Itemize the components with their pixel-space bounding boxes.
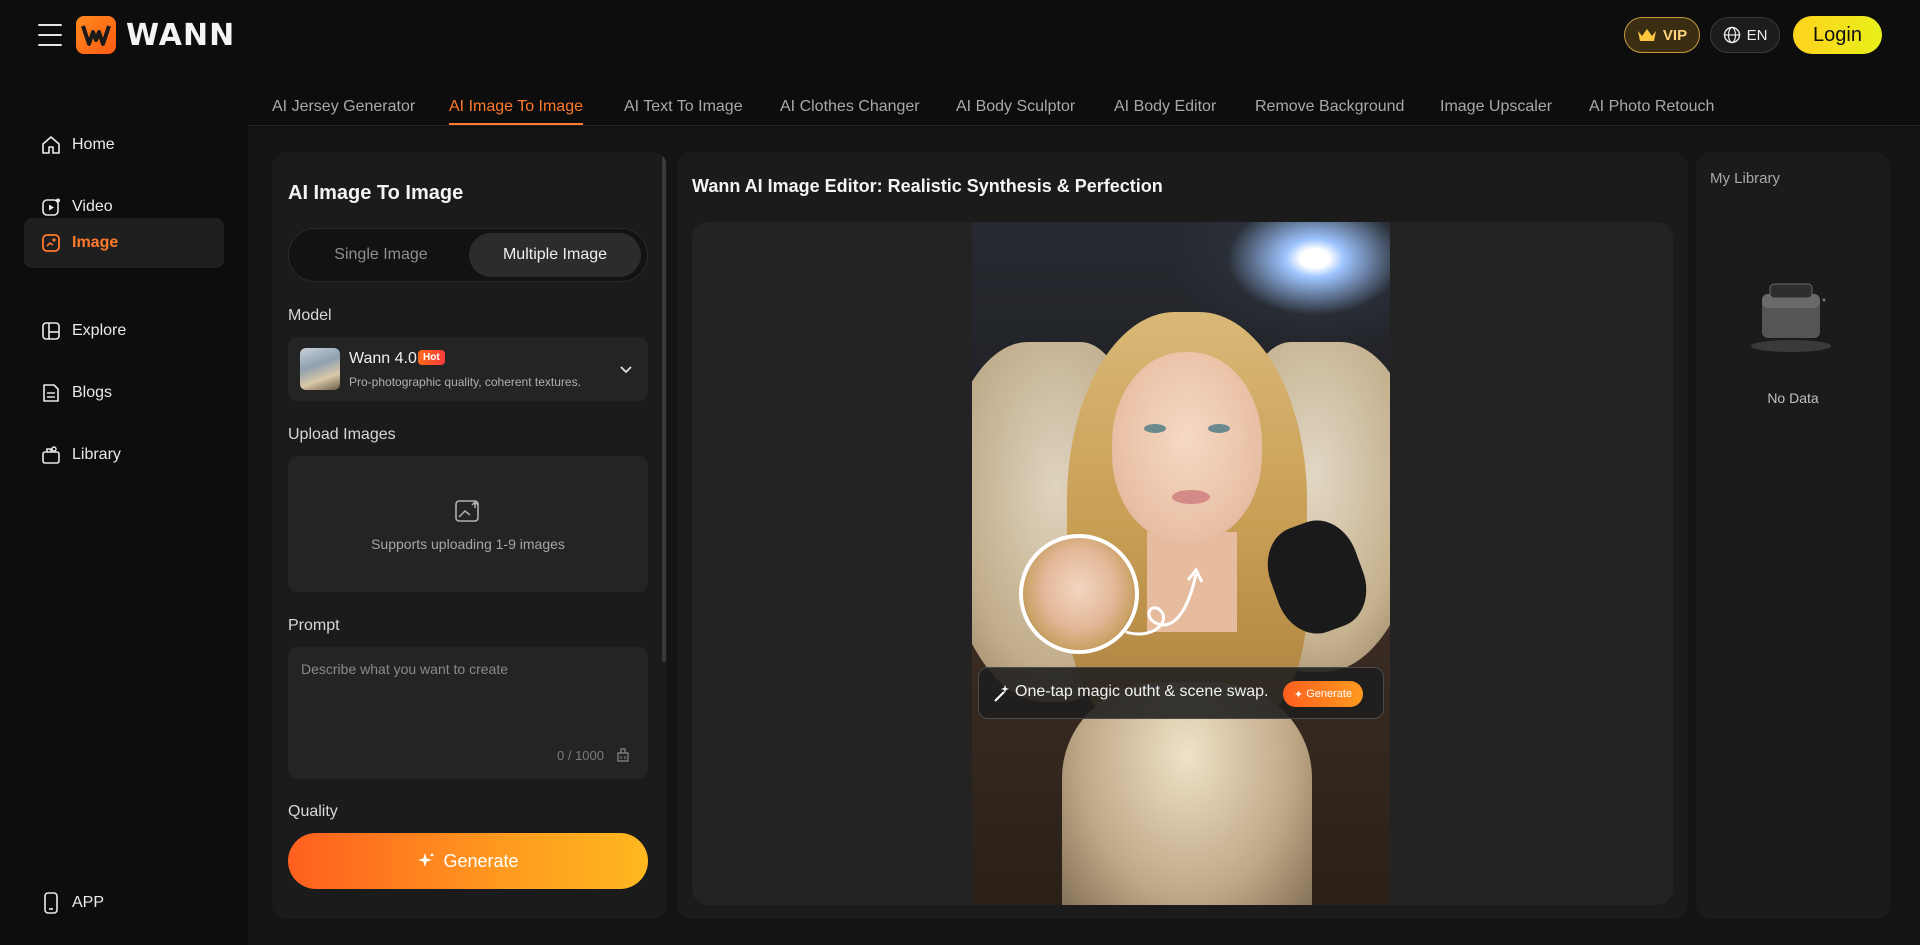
globe-icon [1723,26,1740,44]
hot-badge: Hot [418,350,445,365]
preview-panel: Wann AI Image Editor: Realistic Synthesi… [677,152,1688,919]
vip-button[interactable]: VIP [1624,17,1700,53]
model-description: Pro-photographic quality, coherent textu… [349,375,581,389]
magic-callout: One-tap magic outht & scene swap. ✦ Gene… [978,667,1384,719]
empty-box-icon [1751,283,1831,352]
brand-name: WANN [126,17,236,53]
language-label: EN [1746,26,1768,44]
sidebar-item-blogs[interactable]: Blogs [24,368,224,418]
preview-title: Wann AI Image Editor: Realistic Synthesi… [692,176,1163,196]
top-bar: WANN VIP EN Login [0,0,1920,70]
sidebar-item-label: Explore [72,322,127,339]
callout-generate-button: ✦ Generate [1283,681,1363,707]
tab-image-upscaler[interactable]: Image Upscaler [1440,98,1552,116]
menu-icon[interactable] [38,24,62,46]
model-label: Model [288,307,332,324]
upload-hint: Supports uploading 1-9 images [371,536,565,552]
chevron-down-icon [620,366,632,374]
callout-generate-label: Generate [1306,688,1353,700]
model-lips [1172,490,1210,504]
sidebar: Home Video Image Explore Blogs Library A… [0,70,248,945]
explore-icon [40,320,62,342]
generate-label: Generate [443,850,519,871]
empty-state-text: No Data [1767,390,1819,406]
library-title: My Library [1710,170,1781,187]
app-root: WANN VIP EN Login Home Video Image Explo… [0,0,1920,945]
sparkle-icon: ✦ [1293,688,1307,701]
quality-label: Quality [288,803,338,820]
tab-ai-text-to-image[interactable]: AI Text To Image [624,98,743,116]
model-name: Wann 4.0 [349,350,417,367]
login-button[interactable]: Login [1793,16,1882,54]
library-icon [40,444,62,466]
sidebar-item-label: Blogs [72,384,113,401]
eye-left [1144,424,1166,433]
upload-image-icon [455,500,479,522]
example-preview-image: One-tap magic outht & scene swap. ✦ Gene… [972,222,1390,905]
image-mode-toggle: Single Image Multiple Image [288,228,648,282]
sidebar-item-explore[interactable]: Explore [24,306,224,356]
eye-right [1208,424,1230,433]
model-thumbnail [300,348,340,390]
blogs-icon [40,382,62,404]
multiple-image-option[interactable]: Multiple Image [469,233,641,277]
prompt-counter: 0 / 1000 [557,748,604,763]
video-icon [40,196,62,218]
preview-area: One-tap magic outht & scene swap. ✦ Gene… [692,222,1673,905]
panel-title: AI Image To Image [288,182,464,204]
crown-icon [1637,29,1656,41]
source-face-inset [1019,534,1139,654]
tab-ai-clothes-changer[interactable]: AI Clothes Changer [780,98,920,116]
upload-label: Upload Images [288,426,396,443]
tab-ai-body-editor[interactable]: AI Body Editor [1114,98,1216,116]
image-icon [40,232,62,254]
brand-logo[interactable]: WANN [76,16,235,54]
logo-mark-icon [76,16,116,54]
magic-wand-icon [994,685,1009,702]
tool-tabs: AI Jersey Generator AI Image To Image AI… [248,70,1920,126]
library-panel: My Library No Data [1696,152,1890,919]
sidebar-item-label: Video [72,198,113,215]
model-select[interactable]: Wann 4.0 Hot Pro-photographic quality, c… [288,337,648,401]
tab-ai-photo-retouch[interactable]: AI Photo Retouch [1589,98,1714,116]
model-face [1112,352,1262,542]
swirl-arrow-icon [1125,567,1204,636]
sparkle-icon [418,853,434,867]
vip-label: VIP [1662,26,1688,44]
panel-scrollbar[interactable] [662,152,666,662]
sidebar-item-label: Library [72,446,121,463]
sidebar-item-label: Home [72,136,115,153]
prompt-label: Prompt [288,617,340,634]
sidebar-item-library[interactable]: Library [24,430,224,480]
tab-ai-image-to-image[interactable]: AI Image To Image [449,98,583,125]
sidebar-item-app[interactable]: APP [24,878,224,928]
tab-remove-background[interactable]: Remove Background [1255,98,1404,116]
prompt-box: 0 / 1000 [288,647,648,779]
sidebar-item-label: Image [72,234,119,251]
clear-prompt-icon[interactable] [614,745,632,763]
sidebar-item-label: APP [72,894,105,911]
tab-ai-body-sculptor[interactable]: AI Body Sculptor [956,98,1075,116]
magic-callout-text: One-tap magic outht & scene swap. [1015,683,1269,700]
sidebar-item-image[interactable]: Image [24,218,224,268]
image-upload-area[interactable]: Supports uploading 1-9 images [288,456,648,592]
mobile-phone-icon [40,892,62,914]
single-image-option[interactable]: Single Image [293,233,469,277]
generate-button[interactable]: Generate [288,833,648,889]
language-button[interactable]: EN [1710,17,1780,53]
settings-panel: AI Image To Image Single Image Multiple … [272,152,667,919]
sidebar-item-home[interactable]: Home [24,120,224,170]
tab-ai-jersey-generator[interactable]: AI Jersey Generator [272,98,415,116]
home-icon [40,134,62,156]
